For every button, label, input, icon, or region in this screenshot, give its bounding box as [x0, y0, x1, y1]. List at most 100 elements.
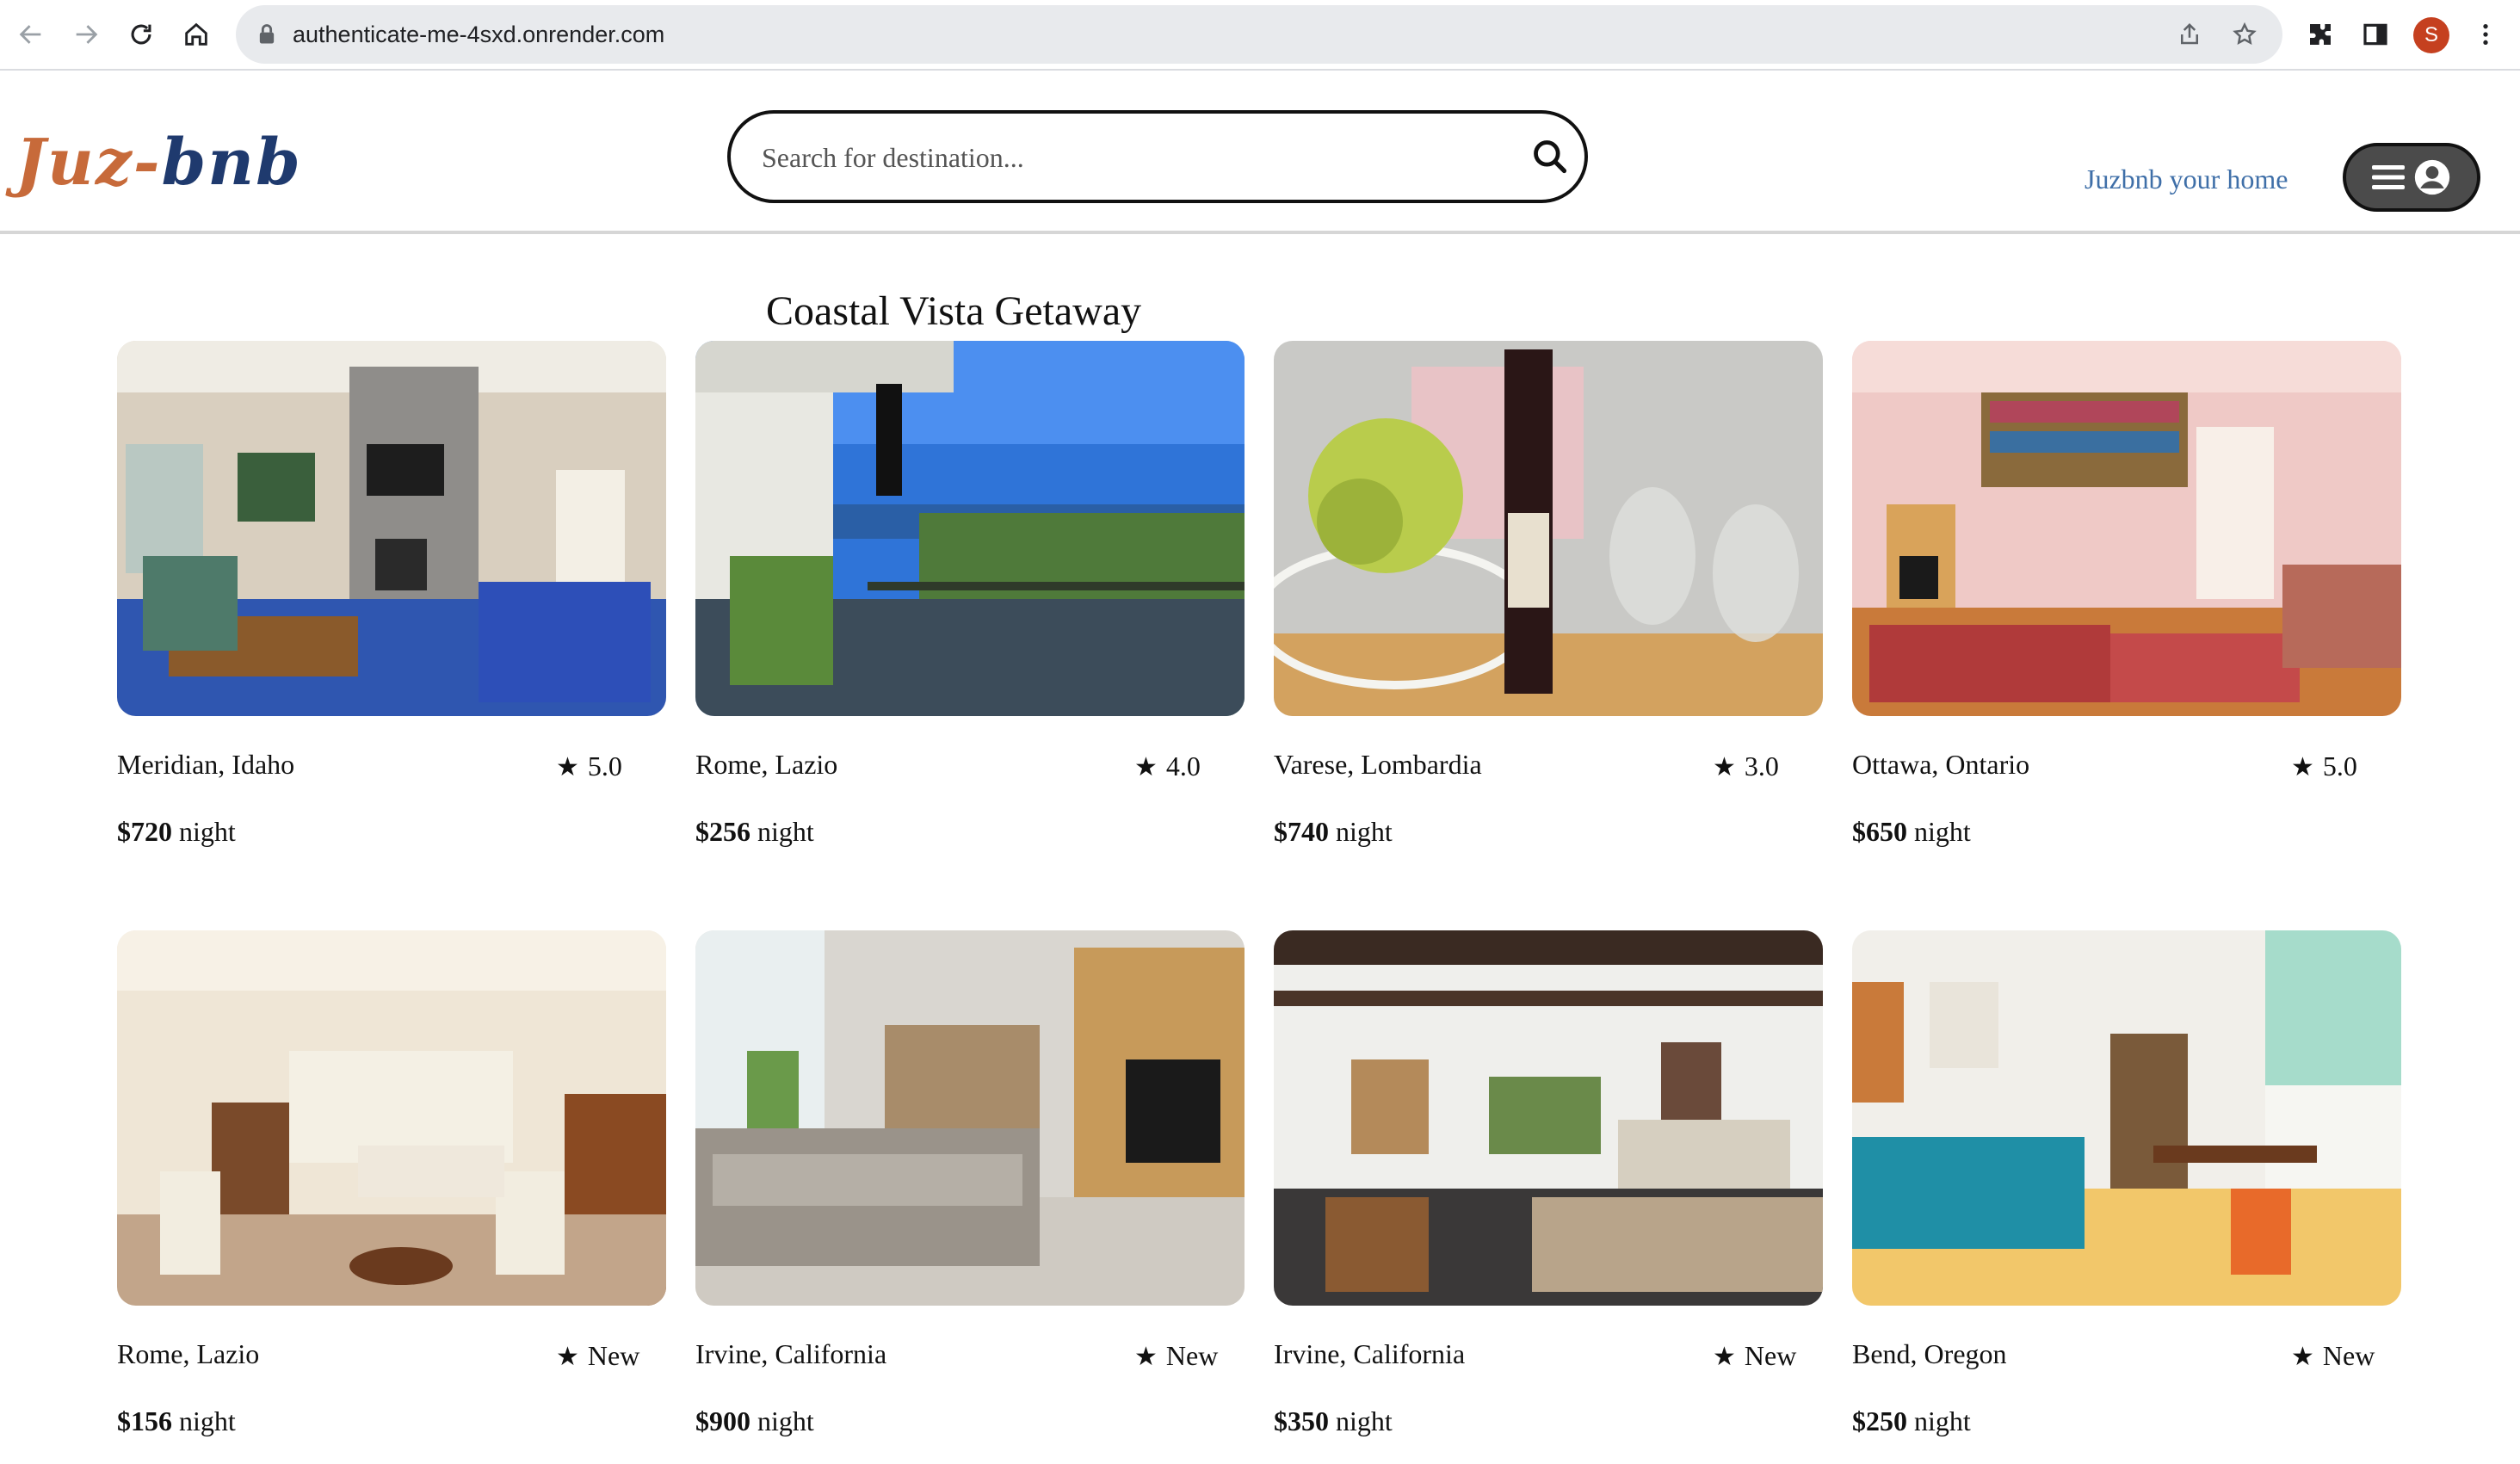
price-unit: night	[757, 816, 814, 847]
listing-photo[interactable]	[1274, 930, 1823, 1306]
listing-rating: ★ New	[2291, 1340, 2375, 1372]
browser-menu-button[interactable]	[2468, 17, 2503, 52]
more-vertical-icon	[2483, 24, 2488, 45]
user-circle-icon	[2414, 159, 2450, 195]
hamburger-icon	[2372, 165, 2405, 189]
listing-photo[interactable]	[1274, 341, 1823, 716]
bookmark-button[interactable]	[2229, 19, 2260, 50]
listing-price: $650 night	[1852, 816, 1971, 848]
star-icon: ★	[1713, 1342, 1736, 1372]
listing-price: $720 night	[117, 816, 236, 848]
search-input[interactable]	[760, 114, 1504, 201]
price-unit: night	[1914, 1405, 1971, 1436]
puzzle-icon	[2310, 24, 2331, 45]
price-amount: $900	[695, 1405, 750, 1436]
listing-location: Ottawa, Ontario	[1852, 749, 2030, 780]
listing-price: $900 night	[695, 1405, 814, 1437]
logo-separator: -	[133, 126, 162, 200]
price-unit: night	[1914, 816, 1971, 847]
profile-avatar[interactable]: S	[2413, 17, 2449, 53]
listing-photo[interactable]	[1852, 930, 2401, 1306]
side-panel-button[interactable]	[2358, 17, 2393, 52]
listing-price: $256 night	[695, 816, 814, 848]
price-amount: $256	[695, 816, 750, 847]
star-icon	[2233, 22, 2257, 45]
listing-location: Irvine, California	[1274, 1338, 1466, 1369]
listing-rating: ★ New	[1713, 1340, 1796, 1372]
search-bar	[727, 110, 1588, 203]
back-button[interactable]	[12, 15, 50, 53]
rating-value: 5.0	[2322, 751, 2357, 781]
listing-photo[interactable]	[117, 341, 666, 716]
listing-location: Rome, Lazio	[695, 749, 838, 780]
price-unit: night	[1336, 1405, 1393, 1436]
rating-value: 4.0	[1165, 751, 1201, 781]
listing-location: Rome, Lazio	[117, 1338, 260, 1369]
extensions-button[interactable]	[2303, 17, 2338, 52]
site-header: Juz-bnb Juzbnb your home	[0, 71, 2520, 234]
listing-photo[interactable]	[1852, 341, 2401, 716]
rating-value: 5.0	[587, 751, 622, 781]
star-icon: ★	[556, 752, 579, 782]
rating-value: New	[587, 1340, 640, 1371]
listing-price: $350 night	[1274, 1405, 1393, 1437]
price-amount: $650	[1852, 816, 1907, 847]
price-amount: $720	[117, 816, 172, 847]
listing-location: Meridian, Idaho	[117, 749, 295, 780]
listing-rating: ★ 4.0	[1134, 751, 1201, 782]
listing-photo[interactable]	[695, 930, 1245, 1306]
lock-icon	[259, 24, 275, 44]
listing-location: Varese, Lombardia	[1274, 749, 1482, 780]
listing-photo[interactable]	[695, 341, 1245, 716]
listing-hover-title: Coastal Vista Getaway	[766, 288, 1142, 334]
address-bar[interactable]: authenticate-me-4sxd.onrender.com	[236, 5, 2282, 64]
listing-price: $740 night	[1274, 816, 1393, 848]
listing-rating: ★ 3.0	[1713, 751, 1779, 782]
listing-photo[interactable]	[117, 930, 666, 1306]
browser-toolbar: authenticate-me-4sxd.onrender.com S	[0, 0, 2520, 71]
side-panel-icon	[2363, 23, 2387, 46]
listing-rating: ★ New	[556, 1340, 639, 1372]
star-icon: ★	[1134, 1342, 1158, 1372]
star-icon: ★	[2291, 752, 2314, 782]
price-unit: night	[179, 816, 236, 847]
listing-location: Bend, Oregon	[1852, 1338, 2007, 1369]
arrow-left-icon	[19, 25, 41, 44]
home-icon	[185, 22, 207, 46]
price-amount: $156	[117, 1405, 172, 1436]
share-icon	[2181, 22, 2198, 45]
listing-rating: ★ 5.0	[2291, 751, 2357, 782]
forward-button[interactable]	[67, 15, 105, 53]
listing-rating: ★ New	[1134, 1340, 1218, 1372]
price-amount: $250	[1852, 1405, 1907, 1436]
price-unit: night	[757, 1405, 814, 1436]
site-logo[interactable]: Juz-bnb	[15, 126, 302, 200]
rating-value: New	[1744, 1340, 1797, 1371]
rating-value: New	[1165, 1340, 1219, 1371]
host-home-link[interactable]: Juzbnb your home	[2085, 164, 2288, 195]
logo-part-1: Juz	[15, 126, 133, 200]
arrow-right-icon	[76, 25, 98, 44]
star-icon: ★	[1713, 752, 1736, 782]
listing-price: $250 night	[1852, 1405, 1971, 1437]
home-button[interactable]	[177, 15, 215, 53]
listing-rating: ★ 5.0	[556, 751, 622, 782]
url-text: authenticate-me-4sxd.onrender.com	[293, 22, 665, 47]
listing-price: $156 night	[117, 1405, 236, 1437]
reload-button[interactable]	[122, 15, 160, 53]
price-amount: $740	[1274, 816, 1329, 847]
listing-location: Irvine, California	[695, 1338, 887, 1369]
logo-part-2: bnb	[161, 126, 302, 200]
search-icon[interactable]	[1531, 138, 1569, 176]
rating-value: New	[2322, 1340, 2375, 1371]
user-menu-button[interactable]	[2343, 143, 2480, 212]
rating-value: 3.0	[1744, 751, 1779, 781]
price-unit: night	[179, 1405, 236, 1436]
star-icon: ★	[1134, 752, 1158, 782]
reload-icon	[131, 24, 151, 45]
star-icon: ★	[556, 1342, 579, 1372]
price-unit: night	[1336, 816, 1393, 847]
star-icon: ★	[2291, 1342, 2314, 1372]
share-button[interactable]	[2174, 19, 2205, 50]
price-amount: $350	[1274, 1405, 1329, 1436]
